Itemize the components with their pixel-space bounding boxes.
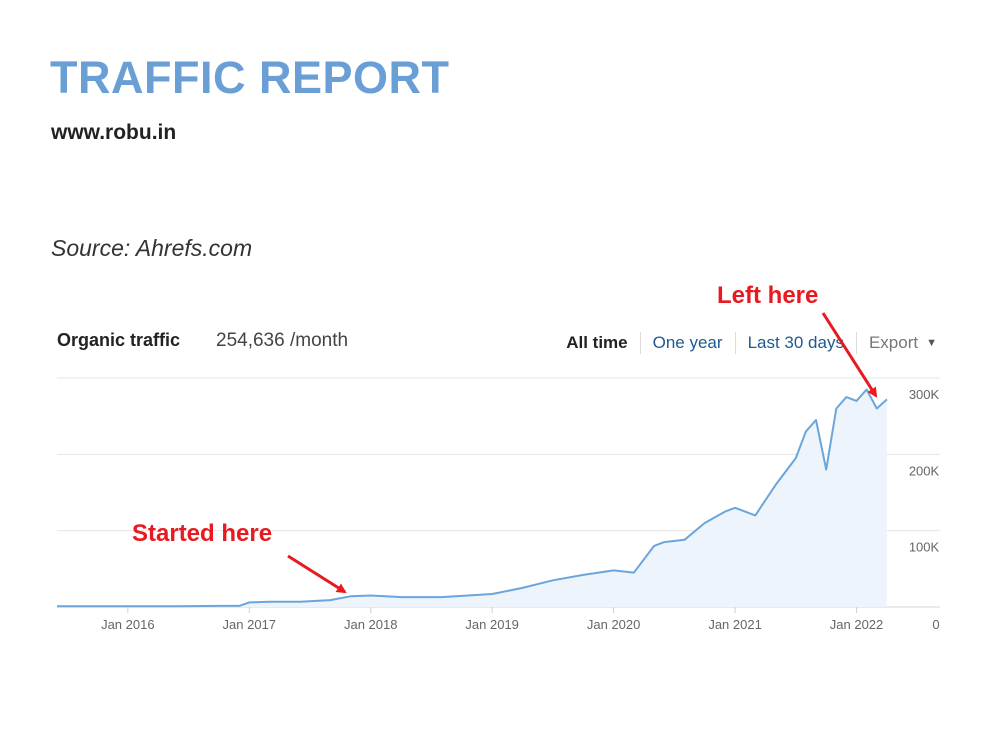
x-tick-label: Jan 2016 [101, 617, 155, 632]
traffic-area [57, 389, 887, 607]
x-tick-label: Jan 2018 [344, 617, 398, 632]
x-tick-label: Jan 2017 [223, 617, 277, 632]
x-axis-ticks: Jan 2016 Jan 2017 Jan 2018 Jan 2019 Jan 2020… [101, 617, 883, 632]
traffic-chart: Jan 2016 Jan 2017 Jan 2018 Jan 2019 Jan 2020… [57, 312, 940, 632]
started-here-annotation: Started here [132, 520, 273, 547]
y-tick-label: 0 [932, 617, 939, 632]
started-here-arrow [287, 554, 347, 594]
x-tick-label: Jan 2020 [587, 617, 641, 632]
x-tick-label: Jan 2019 [465, 617, 519, 632]
y-tick-label: 200K [909, 463, 940, 478]
x-tick-label: Jan 2022 [830, 617, 884, 632]
left-here-annotation: Left here [717, 282, 819, 309]
left-here-arrow [821, 312, 878, 398]
y-tick-label: 100K [909, 540, 940, 555]
x-tick-label: Jan 2021 [708, 617, 762, 632]
y-tick-label: 300K [909, 387, 940, 402]
y-axis-ticks: 0 100K 200K 300K [909, 387, 940, 632]
